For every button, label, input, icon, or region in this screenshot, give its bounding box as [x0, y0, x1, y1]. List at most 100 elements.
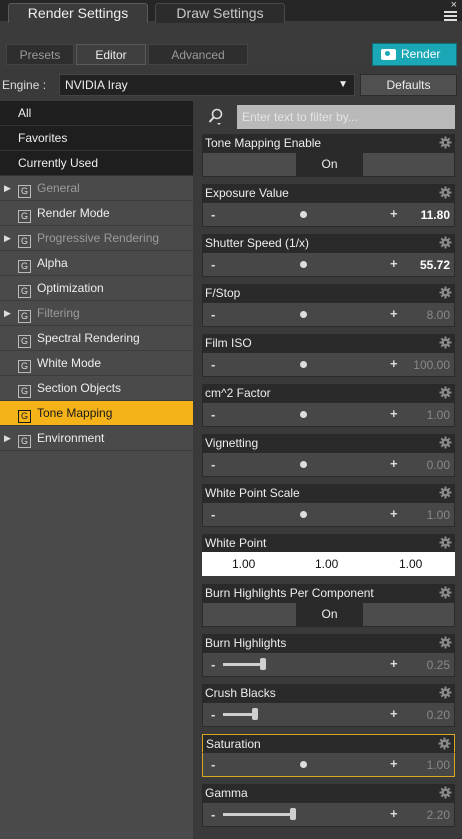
close-icon[interactable]: ×: [451, 0, 457, 11]
group-item-white-mode[interactable]: G White Mode: [0, 351, 193, 376]
filter-input[interactable]: [237, 105, 455, 129]
toggle-on-label[interactable]: On: [296, 603, 363, 626]
minus-button[interactable]: -: [211, 657, 215, 672]
color-g-value[interactable]: 1.00: [315, 557, 338, 571]
gear-icon[interactable]: [439, 136, 452, 149]
tab-render-settings[interactable]: Render Settings: [8, 3, 148, 23]
tab-advanced[interactable]: Advanced: [148, 44, 248, 65]
slider[interactable]: - +11.80: [202, 202, 455, 227]
slider-knob[interactable]: [299, 311, 307, 318]
group-item-environment[interactable]: ▶ G Environment: [0, 426, 193, 451]
slider-value[interactable]: 0.25: [427, 658, 450, 672]
slider-handle[interactable]: [290, 808, 297, 820]
gear-icon[interactable]: [439, 686, 452, 699]
gear-icon[interactable]: [439, 436, 452, 449]
minus-button[interactable]: -: [211, 207, 215, 222]
expand-arrow-icon[interactable]: ▶: [4, 226, 11, 251]
render-button[interactable]: Render: [372, 43, 457, 66]
group-favorites[interactable]: Favorites: [0, 126, 193, 151]
minus-button[interactable]: -: [211, 407, 215, 422]
gear-icon[interactable]: [439, 586, 452, 599]
slider[interactable]: - +1.00: [202, 402, 455, 427]
slider[interactable]: - +0.20: [202, 702, 455, 727]
slider-value[interactable]: 0.00: [427, 458, 450, 472]
group-currently-used[interactable]: Currently Used: [0, 151, 193, 176]
plus-button[interactable]: +: [390, 206, 398, 221]
slider-knob[interactable]: [299, 361, 307, 368]
toggle-switch[interactable]: On: [202, 152, 455, 177]
slider[interactable]: - +55.72: [202, 252, 455, 277]
plus-button[interactable]: +: [390, 756, 398, 771]
defaults-button[interactable]: Defaults: [360, 74, 457, 96]
engine-select[interactable]: NVIDIA Iray ▼: [59, 74, 355, 96]
slider[interactable]: - +2.20: [202, 802, 455, 827]
group-item-alpha[interactable]: G Alpha: [0, 251, 193, 276]
plus-button[interactable]: +: [390, 356, 398, 371]
gear-icon[interactable]: [439, 636, 452, 649]
group-all[interactable]: All: [0, 101, 193, 126]
plus-button[interactable]: +: [390, 806, 398, 821]
minus-button[interactable]: -: [211, 807, 215, 822]
color-value-fields[interactable]: 1.00 1.00 1.00: [202, 552, 455, 576]
slider-value[interactable]: 0.20: [427, 708, 450, 722]
slider-value[interactable]: 100.00: [413, 358, 450, 372]
expand-arrow-icon[interactable]: ▶: [4, 176, 11, 201]
plus-button[interactable]: +: [390, 306, 398, 321]
slider-knob[interactable]: [299, 511, 307, 518]
plus-button[interactable]: +: [390, 656, 398, 671]
slider[interactable]: - +1.00: [202, 752, 455, 777]
toggle-on-label[interactable]: On: [296, 153, 363, 176]
slider-knob[interactable]: [299, 211, 307, 218]
group-item-render-mode[interactable]: G Render Mode: [0, 201, 193, 226]
gear-icon[interactable]: [439, 786, 452, 799]
minus-button[interactable]: -: [211, 257, 215, 272]
tab-editor[interactable]: Editor: [76, 44, 146, 65]
toggle-off-area[interactable]: [203, 603, 296, 626]
color-b-value[interactable]: 1.00: [399, 557, 422, 571]
gear-icon[interactable]: [439, 286, 452, 299]
slider-handle[interactable]: [260, 658, 266, 670]
toggle-switch[interactable]: On: [202, 602, 455, 627]
tab-presets[interactable]: Presets: [6, 44, 74, 65]
group-item-optimization[interactable]: G Optimization: [0, 276, 193, 301]
slider-value[interactable]: 8.00: [427, 308, 450, 322]
group-item-progressive-rendering[interactable]: ▶ G Progressive Rendering: [0, 226, 193, 251]
slider-value[interactable]: 2.20: [427, 808, 450, 822]
minus-button[interactable]: -: [211, 457, 215, 472]
expand-arrow-icon[interactable]: ▶: [4, 426, 11, 451]
gear-icon[interactable]: [439, 536, 452, 549]
group-item-spectral-rendering[interactable]: G Spectral Rendering: [0, 326, 193, 351]
slider[interactable]: - +0.25: [202, 652, 455, 677]
plus-button[interactable]: +: [390, 706, 398, 721]
slider[interactable]: - +8.00: [202, 302, 455, 327]
color-r-value[interactable]: 1.00: [232, 557, 255, 571]
slider[interactable]: - +100.00: [202, 352, 455, 377]
gear-icon[interactable]: [438, 737, 451, 750]
slider-handle[interactable]: [252, 708, 258, 720]
gear-icon[interactable]: [439, 336, 452, 349]
slider-knob[interactable]: [299, 411, 307, 418]
gear-icon[interactable]: [439, 486, 452, 499]
gear-icon[interactable]: [439, 236, 452, 249]
slider-value[interactable]: 55.72: [420, 258, 450, 272]
slider-knob[interactable]: [299, 761, 307, 768]
menu-lines-icon[interactable]: [444, 11, 457, 23]
slider-knob[interactable]: [299, 261, 307, 268]
group-item-section-objects[interactable]: G Section Objects: [0, 376, 193, 401]
slider-value[interactable]: 1.00: [427, 758, 450, 772]
group-item-general[interactable]: ▶ G General: [0, 176, 193, 201]
slider-knob[interactable]: [299, 461, 307, 468]
gear-icon[interactable]: [439, 386, 452, 399]
minus-button[interactable]: -: [211, 707, 215, 722]
search-icon[interactable]: [208, 108, 224, 126]
slider-value[interactable]: 1.00: [427, 408, 450, 422]
group-item-tone-mapping[interactable]: G Tone Mapping: [0, 401, 193, 426]
minus-button[interactable]: -: [211, 507, 215, 522]
toggle-off-area[interactable]: [203, 153, 296, 176]
slider-value[interactable]: 1.00: [427, 508, 450, 522]
group-item-filtering[interactable]: ▶ G Filtering: [0, 301, 193, 326]
minus-button[interactable]: -: [211, 757, 215, 772]
tab-draw-settings[interactable]: Draw Settings: [155, 3, 285, 23]
slider[interactable]: - +0.00: [202, 452, 455, 477]
gear-icon[interactable]: [439, 186, 452, 199]
